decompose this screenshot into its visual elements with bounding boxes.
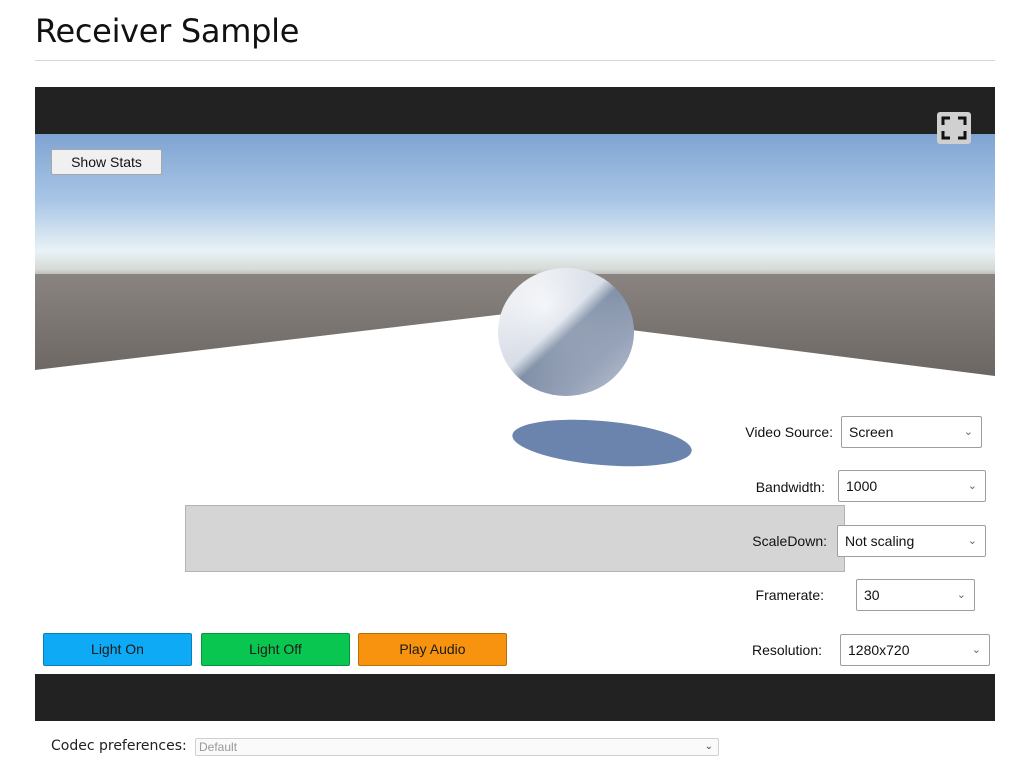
video-player: Show Stats Video Source: Screen ⌄ Bandwi… bbox=[35, 87, 995, 721]
codec-preferences-value: Default bbox=[199, 740, 238, 754]
chevron-down-icon: ⌄ bbox=[963, 426, 973, 438]
resolution-value: 1280x720 bbox=[848, 642, 910, 658]
page-title: Receiver Sample bbox=[35, 12, 300, 50]
video-source-label: Video Source: bbox=[745, 424, 833, 440]
resolution-label: Resolution: bbox=[751, 642, 822, 658]
show-stats-button[interactable]: Show Stats bbox=[51, 149, 162, 175]
remote-video: Show Stats Video Source: Screen ⌄ Bandwi… bbox=[35, 134, 995, 674]
video-source-select[interactable]: Screen ⌄ bbox=[841, 416, 982, 448]
scene-render bbox=[35, 134, 995, 674]
light-on-button[interactable]: Light On bbox=[43, 633, 192, 666]
video-source-value: Screen bbox=[849, 424, 894, 440]
light-off-button[interactable]: Light Off bbox=[201, 633, 350, 666]
framerate-select[interactable]: 30 ⌄ bbox=[856, 579, 975, 611]
bandwidth-value: 1000 bbox=[846, 478, 878, 494]
chevron-down-icon: ⌄ bbox=[967, 535, 977, 547]
title-divider bbox=[35, 60, 995, 61]
chevron-down-icon: ⌄ bbox=[704, 741, 713, 752]
scale-down-value: Not scaling bbox=[845, 533, 915, 549]
bandwidth-select[interactable]: 1000 ⌄ bbox=[838, 470, 986, 502]
scale-down-label: ScaleDown: bbox=[752, 533, 827, 549]
resolution-select[interactable]: 1280x720 ⌄ bbox=[840, 634, 990, 666]
fullscreen-icon bbox=[941, 116, 967, 140]
chevron-down-icon: ⌄ bbox=[971, 644, 981, 656]
scale-down-select[interactable]: Not scaling ⌄ bbox=[837, 525, 986, 557]
fullscreen-button[interactable] bbox=[937, 112, 971, 144]
codec-preferences-label: Codec preferences: bbox=[51, 738, 187, 754]
bandwidth-label: Bandwidth: bbox=[755, 479, 825, 495]
chevron-down-icon: ⌄ bbox=[956, 589, 966, 601]
codec-preferences-select[interactable]: Default ⌄ bbox=[195, 738, 719, 756]
play-audio-button[interactable]: Play Audio bbox=[358, 633, 507, 666]
framerate-label: Framerate: bbox=[755, 587, 824, 603]
framerate-value: 30 bbox=[864, 587, 880, 603]
chevron-down-icon: ⌄ bbox=[967, 480, 977, 492]
